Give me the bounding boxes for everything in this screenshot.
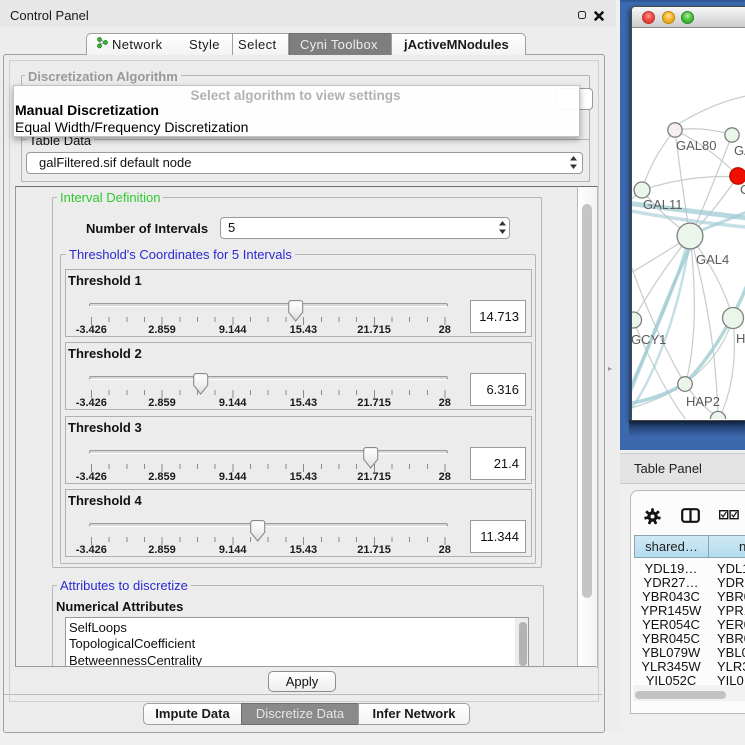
svg-text:HA: HA <box>736 331 745 346</box>
svg-text:HAP2: HAP2 <box>686 394 720 409</box>
svg-text:GAL80: GAL80 <box>676 138 716 153</box>
svg-text:GA: GA <box>734 143 745 158</box>
svg-text:CY: CY <box>740 182 745 197</box>
svg-text:GCY1: GCY1 <box>632 332 666 347</box>
svg-text:GAL11: GAL11 <box>643 197 683 212</box>
svg-text:GAL4: GAL4 <box>696 252 729 267</box>
